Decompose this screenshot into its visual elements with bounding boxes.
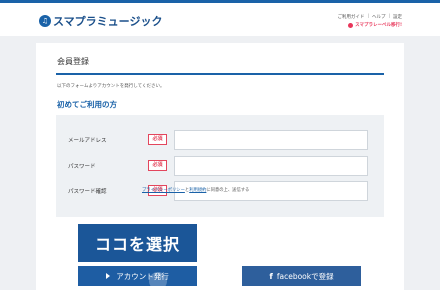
required-badge: 必須: [148, 134, 167, 145]
password-field[interactable]: [174, 156, 368, 176]
promo-link[interactable]: スマプラレーベル移行!: [348, 22, 402, 28]
facebook-register-label: facebookで登録: [276, 271, 334, 281]
top-header: ♫ スマプラミュージック ご利用ガイド | ヘルプ | 設定 スマプラレーベル移…: [0, 0, 440, 36]
email-label: メールアドレス: [68, 138, 107, 144]
issue-account-button[interactable]: アカウント発行: [78, 266, 197, 286]
promo-icon: [348, 22, 354, 28]
app-logo[interactable]: ♫ スマプラミュージック: [39, 13, 162, 29]
page-title: 会員登録: [57, 57, 89, 66]
link-separator: |: [367, 14, 369, 19]
registration-form: メールアドレス 必須 パスワード 必須 パスワード確認 必須: [56, 115, 384, 217]
link-separator: |: [388, 14, 390, 19]
required-badge: 必須: [148, 160, 167, 171]
promo-text: スマプラレーベル移行!: [355, 23, 402, 28]
play-arrow-icon: [106, 273, 111, 279]
email-row: メールアドレス 必須: [56, 129, 384, 151]
intro-text: 以下のフォームよりアカウントを発行してください。: [57, 84, 165, 89]
help-link[interactable]: ヘルプ: [372, 14, 386, 20]
terms-agreement: に同意の上、送信する: [206, 188, 250, 193]
select-here-callout: ココを選択: [78, 224, 197, 262]
title-divider: [56, 73, 384, 75]
header-links: ご利用ガイド | ヘルプ | 設定: [337, 14, 402, 20]
privacy-policy-link[interactable]: プライバシーポリシー: [142, 188, 185, 193]
click-indicator: [149, 272, 167, 290]
music-note-icon: ♫: [39, 15, 51, 27]
terms-text: プライバシーポリシーと利用規約に同意の上、送信する: [142, 187, 249, 193]
settings-link[interactable]: 設定: [393, 14, 402, 20]
facebook-register-button[interactable]: f facebookで登録: [242, 266, 361, 286]
password-confirm-label: パスワード確認: [68, 189, 107, 195]
guide-link[interactable]: ご利用ガイド: [337, 14, 364, 20]
section-title: 初めてご利用の方: [57, 100, 117, 109]
password-label: パスワード: [68, 164, 96, 170]
logo-text: スマプラミュージック: [53, 15, 163, 28]
terms-of-use-link[interactable]: 利用規約: [189, 188, 206, 193]
password-row: パスワード 必須: [56, 155, 384, 177]
facebook-icon: f: [269, 271, 273, 281]
email-field[interactable]: [174, 130, 368, 150]
